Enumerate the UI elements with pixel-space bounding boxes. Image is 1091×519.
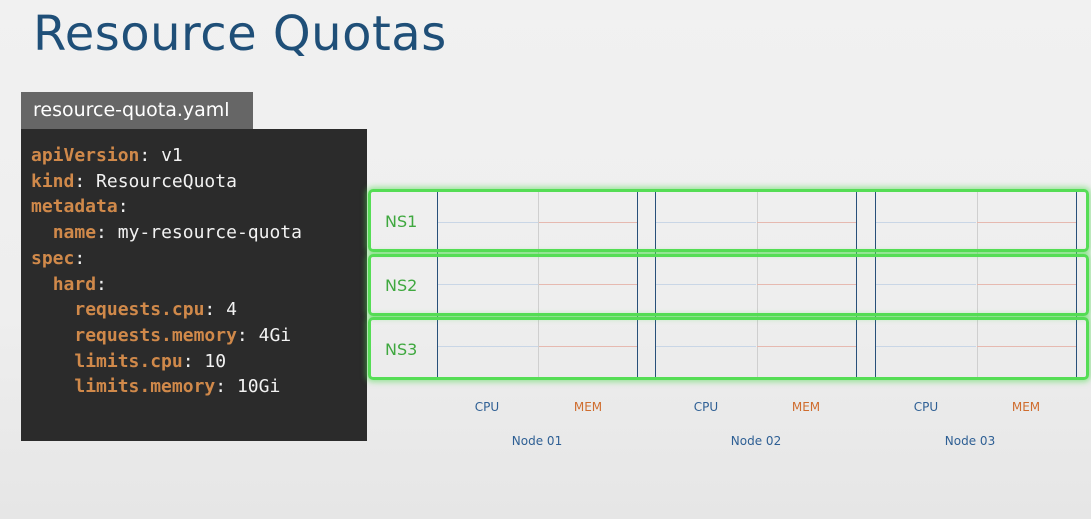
mem-label: MEM xyxy=(791,400,821,414)
namespace-label: NS1 xyxy=(385,212,418,231)
node-label-03: Node 03 xyxy=(944,434,996,448)
node-label-02: Node 02 xyxy=(730,434,782,448)
mem-label: MEM xyxy=(573,400,603,414)
cpu-label: CPU xyxy=(693,400,719,414)
cpu-label: CPU xyxy=(913,400,939,414)
namespace-node-diagram: NS1 NS2 NS3 CPU MEM CPU MEM CPU MEM Node… xyxy=(0,0,1091,519)
namespace-row-ns1: NS1 xyxy=(368,189,1089,252)
cpu-label: CPU xyxy=(474,400,500,414)
mem-label: MEM xyxy=(1011,400,1041,414)
namespace-label: NS3 xyxy=(385,340,418,359)
node-label-01: Node 01 xyxy=(511,434,563,448)
namespace-row-ns3: NS3 xyxy=(368,317,1089,380)
namespace-label: NS2 xyxy=(385,276,418,295)
namespace-row-ns2: NS2 xyxy=(368,254,1089,316)
